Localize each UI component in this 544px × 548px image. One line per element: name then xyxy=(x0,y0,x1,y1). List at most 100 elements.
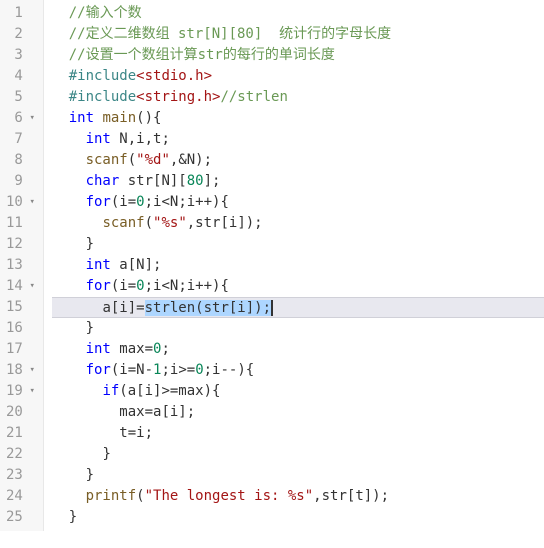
code-line[interactable]: } xyxy=(52,234,544,255)
code-token: ;i<N;i++){ xyxy=(145,278,229,294)
code-token: ( xyxy=(145,215,153,231)
code-token: main xyxy=(102,110,136,126)
code-token: printf xyxy=(86,488,137,504)
line-number: 19▾ xyxy=(6,381,35,402)
code-token: ;i--){ xyxy=(204,362,255,378)
code-line[interactable]: int main(){ xyxy=(52,108,544,129)
code-token: ( xyxy=(136,488,144,504)
code-token: //输入个数 xyxy=(69,5,142,21)
code-line[interactable]: if(a[i]>=max){ xyxy=(52,381,544,402)
code-token: } xyxy=(86,320,94,336)
code-line[interactable]: printf("The longest is: %s",str[t]); xyxy=(52,486,544,507)
code-token: 80 xyxy=(187,173,204,189)
code-token: int xyxy=(69,110,94,126)
line-number: 4 xyxy=(6,66,35,87)
code-token: N,i,t; xyxy=(111,131,170,147)
code-token: 0 xyxy=(136,194,144,210)
fold-toggle-icon[interactable]: ▾ xyxy=(27,192,35,213)
code-token: ;i<N;i++){ xyxy=(145,194,229,210)
code-token: int xyxy=(86,341,111,357)
line-number: 7 xyxy=(6,129,35,150)
code-token: //定义二维数组 str[N][80] 统计行的字母长度 xyxy=(69,26,391,42)
line-number: 24 xyxy=(6,486,35,507)
fold-toggle-icon[interactable]: ▾ xyxy=(27,360,35,381)
code-line[interactable]: //输入个数 xyxy=(52,3,544,24)
line-number: 21 xyxy=(6,423,35,444)
fold-toggle-icon[interactable]: ▾ xyxy=(27,276,35,297)
code-token: <stdio.h> xyxy=(136,68,212,84)
text-cursor xyxy=(271,300,273,316)
line-number: 6▾ xyxy=(6,108,35,129)
code-token: ,str[t]); xyxy=(313,488,389,504)
code-line[interactable]: } xyxy=(52,465,544,486)
code-token: scanf xyxy=(86,152,128,168)
code-line[interactable]: max=a[i]; xyxy=(52,402,544,423)
code-token: #include xyxy=(69,89,136,105)
code-token: "The longest is: %s" xyxy=(145,488,314,504)
code-token: a[i]= xyxy=(102,300,144,316)
code-line[interactable]: #include<string.h>//strlen xyxy=(52,87,544,108)
code-line[interactable]: //定义二维数组 str[N][80] 统计行的字母长度 xyxy=(52,24,544,45)
line-number: 23 xyxy=(6,465,35,486)
code-line[interactable]: int a[N]; xyxy=(52,255,544,276)
line-number: 1 xyxy=(6,3,35,24)
line-number: 3 xyxy=(6,45,35,66)
code-token: ]; xyxy=(204,173,221,189)
code-line[interactable]: #include<stdio.h> xyxy=(52,66,544,87)
code-token: } xyxy=(86,236,94,252)
line-number: 11 xyxy=(6,213,35,234)
code-line[interactable]: t=i; xyxy=(52,423,544,444)
code-token: #include xyxy=(69,68,136,84)
code-token: max=a[i]; xyxy=(119,404,195,420)
code-line[interactable]: } xyxy=(52,507,544,528)
code-token: 0 xyxy=(195,362,203,378)
code-line[interactable]: scanf("%s",str[i]); xyxy=(52,213,544,234)
code-token: (i= xyxy=(111,278,136,294)
code-token: //strlen xyxy=(220,89,287,105)
line-number: 18▾ xyxy=(6,360,35,381)
code-token: } xyxy=(86,467,94,483)
line-number: 2 xyxy=(6,24,35,45)
line-number: 22 xyxy=(6,444,35,465)
code-token: strlen(str[i]); xyxy=(145,300,271,316)
code-token: for xyxy=(86,362,111,378)
code-area[interactable]: //输入个数 //定义二维数组 str[N][80] 统计行的字母长度 //设置… xyxy=(44,0,544,531)
line-number: 13 xyxy=(6,255,35,276)
code-line[interactable]: int N,i,t; xyxy=(52,129,544,150)
code-token: (i=N- xyxy=(111,362,153,378)
code-editor[interactable]: 123456▾78910▾11121314▾15161718▾19▾202122… xyxy=(0,0,544,531)
code-token: <string.h> xyxy=(136,89,220,105)
fold-toggle-icon[interactable]: ▾ xyxy=(27,381,35,402)
code-token: for xyxy=(86,278,111,294)
code-token: (){ xyxy=(136,110,161,126)
code-token: t=i; xyxy=(119,425,153,441)
code-token: max= xyxy=(111,341,153,357)
code-token: if xyxy=(102,383,119,399)
code-token: ,str[i]); xyxy=(187,215,263,231)
gutter: 123456▾78910▾11121314▾15161718▾19▾202122… xyxy=(0,0,44,531)
line-number: 8 xyxy=(6,150,35,171)
line-number: 16 xyxy=(6,318,35,339)
code-token: (i= xyxy=(111,194,136,210)
code-line[interactable]: int max=0; xyxy=(52,339,544,360)
line-number: 10▾ xyxy=(6,192,35,213)
code-token: 0 xyxy=(136,278,144,294)
code-token: char xyxy=(86,173,120,189)
code-line[interactable]: a[i]=strlen(str[i]); xyxy=(52,297,544,318)
code-token: (a[i]>=max){ xyxy=(119,383,220,399)
code-token: scanf xyxy=(102,215,144,231)
code-line[interactable]: for(i=N-1;i>=0;i--){ xyxy=(52,360,544,381)
code-token: } xyxy=(102,446,110,462)
code-token: //设置一个数组计算str的每行的单词长度 xyxy=(69,47,335,63)
fold-toggle-icon[interactable]: ▾ xyxy=(27,108,35,129)
code-line[interactable]: //设置一个数组计算str的每行的单词长度 xyxy=(52,45,544,66)
code-line[interactable]: } xyxy=(52,444,544,465)
code-line[interactable]: scanf("%d",&N); xyxy=(52,150,544,171)
code-token: } xyxy=(69,509,77,525)
code-token: ( xyxy=(128,152,136,168)
code-line[interactable]: } xyxy=(52,318,544,339)
code-line[interactable]: for(i=0;i<N;i++){ xyxy=(52,192,544,213)
code-token: ,&N); xyxy=(170,152,212,168)
code-line[interactable]: char str[N][80]; xyxy=(52,171,544,192)
code-line[interactable]: for(i=0;i<N;i++){ xyxy=(52,276,544,297)
